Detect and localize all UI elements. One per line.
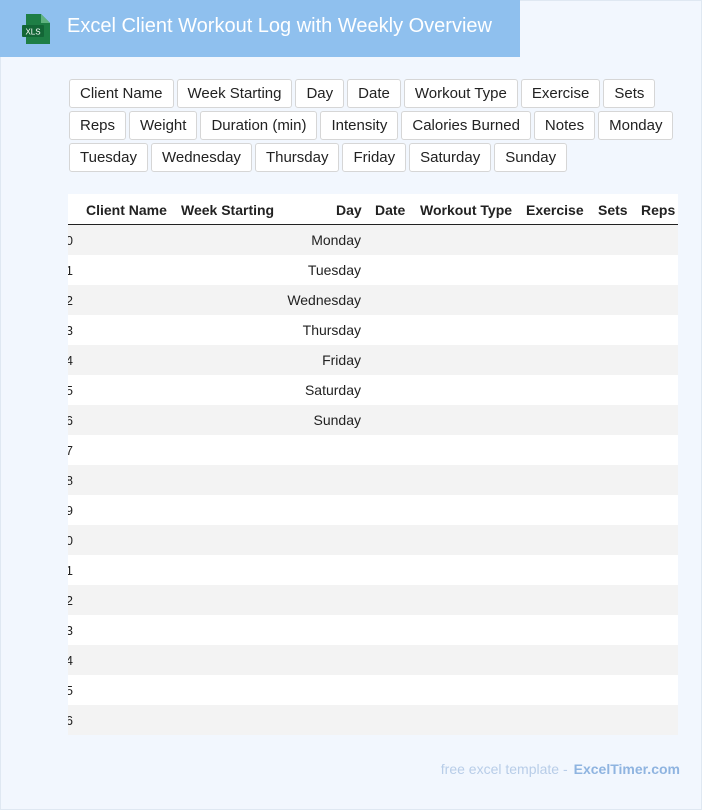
table-body: 0 Monday 1 Tuesday 2 Wednesday 3 Thursday 4 Frida… <box>68 225 678 735</box>
row-index: 1 <box>68 563 73 578</box>
table-row[interactable]: 6 <box>68 705 678 735</box>
column-chip[interactable]: Calories Burned <box>401 111 531 140</box>
row-index: 4 <box>68 653 73 668</box>
header-exercise[interactable]: Exercise <box>526 202 584 218</box>
table-row[interactable]: 7 <box>68 435 678 465</box>
column-chip[interactable]: Reps <box>69 111 127 140</box>
header-reps[interactable]: Reps <box>641 202 675 218</box>
column-chip[interactable]: Duration (min) <box>200 111 318 140</box>
page-title: Excel Client Workout Log with Weekly Ove… <box>67 15 492 37</box>
row-index: 1 <box>68 263 73 278</box>
column-chip[interactable]: Notes <box>533 111 596 140</box>
header-sets[interactable]: Sets <box>598 202 628 218</box>
column-chip[interactable]: Exercise <box>520 79 601 108</box>
column-chip[interactable]: Date <box>347 79 401 108</box>
row-index: 3 <box>68 623 73 638</box>
column-chip[interactable]: Monday <box>598 111 674 140</box>
cell-day: Wednesday <box>287 292 361 308</box>
row-index: 2 <box>68 593 73 608</box>
cell-day: Tuesday <box>307 262 361 278</box>
row-index: 3 <box>68 323 73 338</box>
column-chip[interactable]: Intensity <box>320 111 399 140</box>
header-day[interactable]: Day <box>336 202 362 218</box>
row-index: 4 <box>68 353 73 368</box>
table-row[interactable]: 1 <box>68 555 678 585</box>
title-bar: XLS Excel Client Workout Log with Weekly… <box>0 0 520 57</box>
row-index: 0 <box>68 233 73 248</box>
cell-day: Monday <box>311 232 361 248</box>
table-row[interactable]: 5 Saturday <box>68 375 678 405</box>
row-index: 0 <box>68 533 73 548</box>
column-chip-list: Client Name Week Starting Day Date Workout T… <box>69 79 701 172</box>
column-chip[interactable]: Sunday <box>494 143 568 172</box>
column-chip[interactable]: Workout Type <box>403 79 518 108</box>
table-row[interactable]: 2 <box>68 585 678 615</box>
header-workout-type[interactable]: Workout Type <box>420 202 512 218</box>
column-chip[interactable]: Saturday <box>409 143 492 172</box>
data-table: Client Name Week Starting Day Date Worko… <box>68 194 678 735</box>
header-client-name[interactable]: Client Name <box>86 202 167 218</box>
excel-file-icon: XLS <box>22 14 50 44</box>
table-row[interactable]: 5 <box>68 675 678 705</box>
column-chip[interactable]: Sets <box>603 79 656 108</box>
header-date[interactable]: Date <box>375 202 405 218</box>
column-chip[interactable]: Client Name <box>69 79 174 108</box>
row-index: 7 <box>68 443 73 458</box>
row-index: 2 <box>68 293 73 308</box>
row-index: 6 <box>68 713 73 728</box>
cell-day: Sunday <box>313 412 361 428</box>
table-row[interactable]: 4 <box>68 645 678 675</box>
table-row[interactable]: 6 Sunday <box>68 405 678 435</box>
column-chip[interactable]: Friday <box>342 143 407 172</box>
column-chip[interactable]: Thursday <box>254 143 340 172</box>
table-row[interactable]: 0 <box>68 525 678 555</box>
table-row[interactable]: 0 Monday <box>68 225 678 255</box>
row-index: 5 <box>68 683 73 698</box>
table-row[interactable]: 4 Friday <box>68 345 678 375</box>
cell-day: Thursday <box>302 322 361 338</box>
column-chip[interactable]: Wednesday <box>150 143 252 172</box>
column-chip[interactable]: Week Starting <box>176 79 293 108</box>
header-week-starting[interactable]: Week Starting <box>181 202 274 218</box>
column-chip[interactable]: Day <box>295 79 345 108</box>
table-row[interactable]: 3 <box>68 615 678 645</box>
table-header: Client Name Week Starting Day Date Worko… <box>68 194 678 225</box>
icon-label: XLS <box>25 28 40 37</box>
table-row[interactable]: 2 Wednesday <box>68 285 678 315</box>
table-row[interactable]: 3 Thursday <box>68 315 678 345</box>
column-chip[interactable]: Tuesday <box>69 143 148 172</box>
cell-day: Saturday <box>304 382 361 398</box>
row-index: 9 <box>68 503 73 518</box>
footer-brand-link[interactable]: ExcelTimer.com <box>574 761 680 777</box>
table-row[interactable]: 8 <box>68 465 678 495</box>
column-chip[interactable]: Weight <box>129 111 198 140</box>
table-row[interactable]: 9 <box>68 495 678 525</box>
cell-day: Friday <box>322 352 361 368</box>
row-index: 6 <box>68 413 73 428</box>
row-index: 8 <box>68 473 73 488</box>
table-row[interactable]: 1 Tuesday <box>68 255 678 285</box>
footer-text: free excel template - <box>440 761 568 777</box>
row-index: 5 <box>68 383 73 398</box>
footer: free excel template - ExcelTimer.com <box>441 761 680 777</box>
